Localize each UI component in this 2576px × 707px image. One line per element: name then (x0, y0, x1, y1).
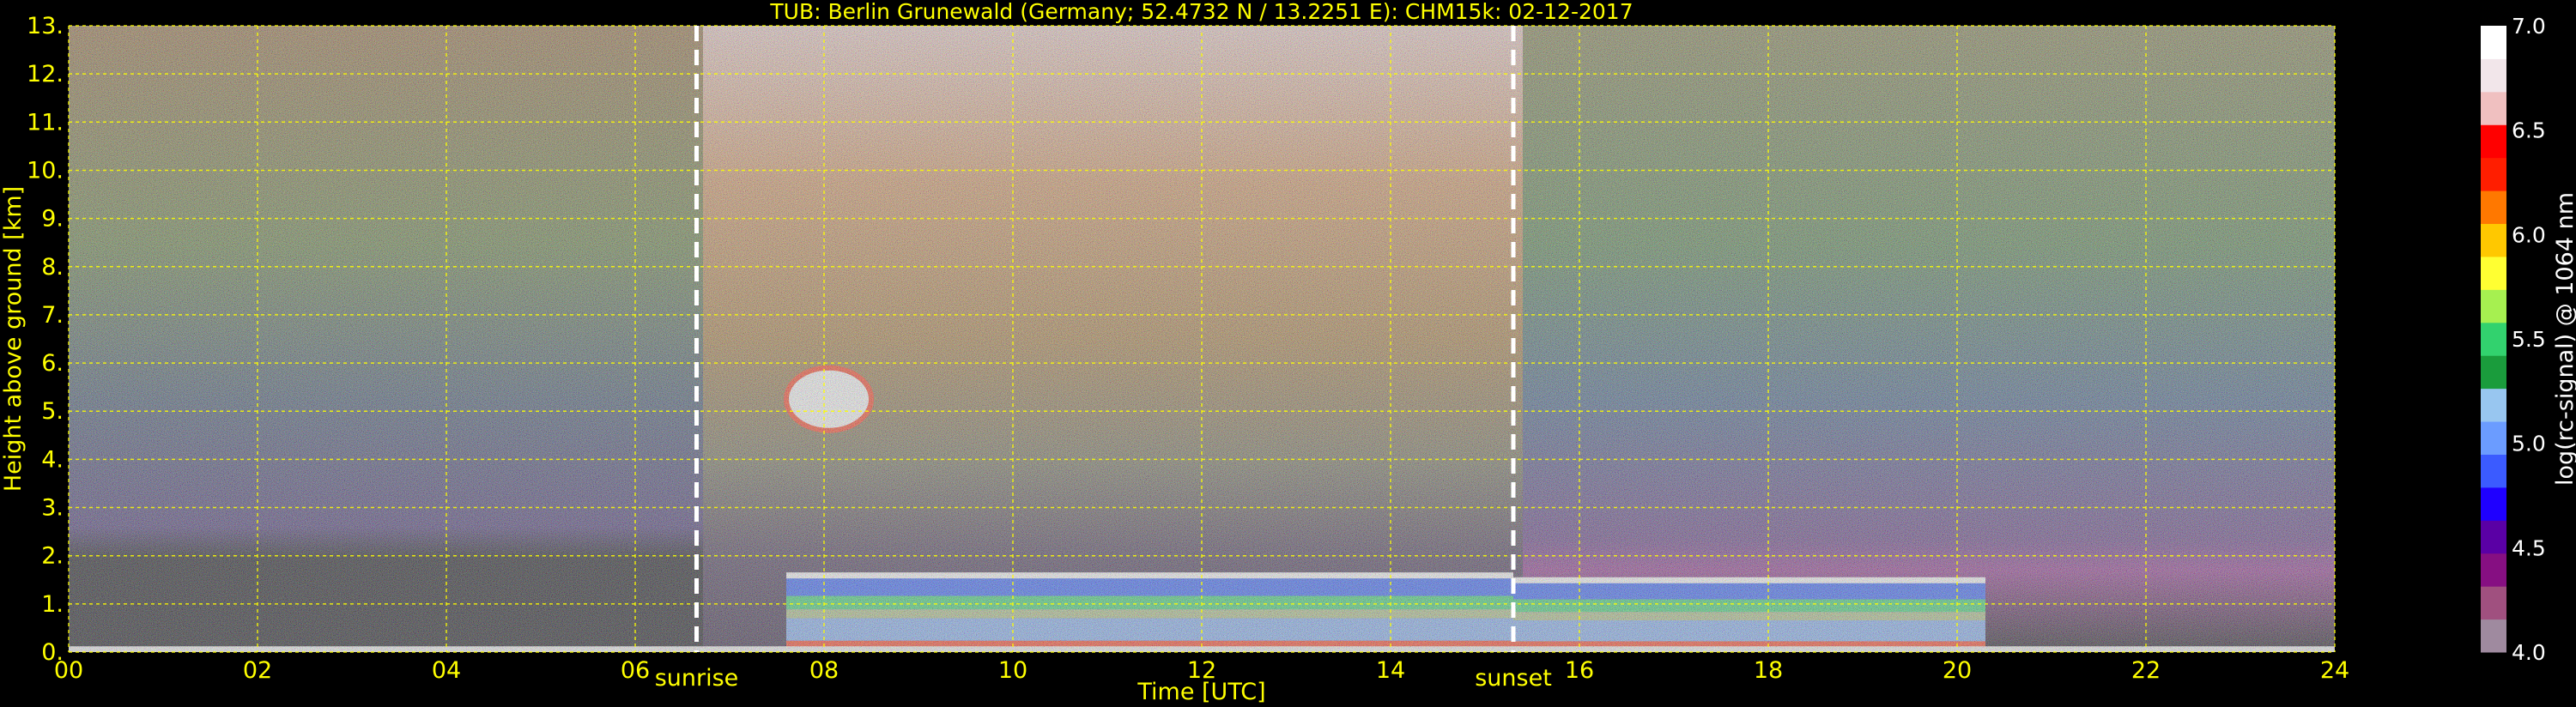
y-tick-label: 13. (27, 13, 64, 39)
y-tick-label: 11. (27, 109, 64, 136)
colorbar-swatch (2481, 619, 2506, 653)
y-tick-label: 5. (41, 398, 64, 425)
y-axis-label: Height above ground [km] (0, 186, 27, 492)
y-tick-label: 7. (41, 302, 64, 329)
y-tick-label: 1. (41, 591, 64, 618)
colorbar-swatch (2481, 421, 2506, 455)
x-tick-label: 24 (2320, 657, 2349, 684)
colorbar-swatch (2481, 190, 2506, 225)
colorbar: 4.0 4.5 5.0 5.5 6.0 6.5 7.0 log(rc-signal) @ 1… (2481, 14, 2576, 665)
y-tick-label: 3. (41, 495, 64, 522)
colorbar-tick-label: 4.5 (2512, 535, 2546, 560)
colorbar-swatch (2481, 26, 2506, 59)
x-tick-label: 02 (243, 657, 272, 684)
colorbar-swatch (2481, 388, 2506, 422)
x-tick-label: 12 (1187, 657, 1216, 684)
colorbar-swatch (2481, 223, 2506, 257)
colorbar-swatch (2481, 289, 2506, 323)
x-tick-label: 04 (432, 657, 461, 684)
y-tick-label: 12. (27, 61, 64, 88)
colorbar-swatch (2481, 553, 2506, 587)
event-label-sunrise: sunrise (655, 665, 739, 692)
y-tick-label: 6. (41, 350, 64, 377)
colorbar-tick-label: 6.0 (2512, 222, 2546, 247)
x-tick-label: 06 (621, 657, 650, 684)
colorbar-tick-label: 4.0 (2512, 640, 2546, 665)
colorbar-label: log(rc-signal) @ 1064 nm (2552, 192, 2576, 486)
colorbar-tick-label: 5.5 (2512, 327, 2546, 352)
x-tick-label: 10 (998, 657, 1027, 684)
y-tick-label: 0. (41, 639, 64, 666)
colorbar-swatch (2481, 454, 2506, 488)
plot-area: sunrise sunset (68, 25, 2336, 692)
colorbar-swatch (2481, 157, 2506, 191)
colorbar-tick-label: 7.0 (2512, 14, 2546, 39)
x-tick-label: 16 (1565, 657, 1594, 684)
colorbar-swatch (2481, 124, 2506, 159)
colorbar-swatch (2481, 91, 2506, 125)
chart-title: TUB: Berlin Grunewald (Germany; 52.4732 … (769, 0, 1633, 24)
colorbar-swatch (2481, 586, 2506, 620)
y-tick-label: 10. (27, 157, 64, 184)
x-tick-label: 18 (1754, 657, 1783, 684)
y-tick-label: 9. (41, 206, 64, 233)
colorbar-tick-label: 6.5 (2512, 118, 2546, 143)
colorbar-swatch (2481, 58, 2506, 93)
y-tick-label: 2. (41, 543, 64, 570)
colorbar-tick-label: 5.0 (2512, 432, 2546, 456)
colorbar-swatch (2481, 355, 2506, 390)
y-tick-label: 4. (41, 446, 64, 473)
lidar-chart: sunrise sunset TUB: Berlin Grunewald (Ger… (0, 0, 2576, 705)
x-tick-label: 08 (809, 657, 839, 684)
noise-overlay (69, 26, 2335, 652)
colorbar-swatch (2481, 520, 2506, 554)
y-tick-label: 8. (41, 254, 64, 281)
colorbar-swatch (2481, 486, 2506, 521)
x-tick-label: 14 (1376, 657, 1405, 684)
event-label-sunset: sunset (1475, 665, 1552, 692)
colorbar-swatch (2481, 322, 2506, 356)
x-tick-label: 22 (2131, 657, 2161, 684)
x-tick-label: 20 (1943, 657, 1972, 684)
colorbar-swatch (2481, 256, 2506, 290)
